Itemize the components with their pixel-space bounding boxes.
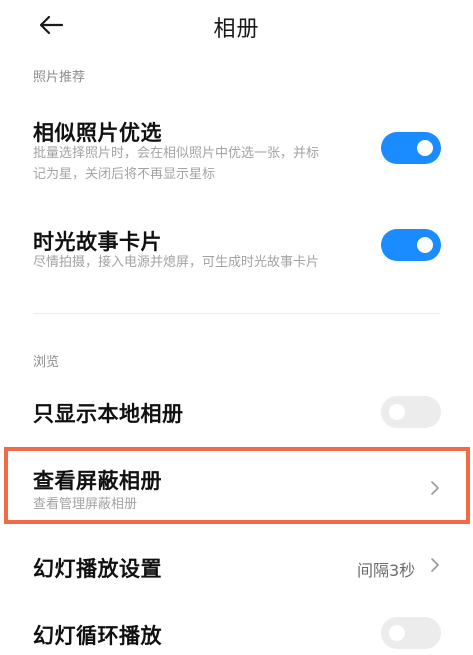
section-divider bbox=[33, 313, 440, 314]
similar-photos-toggle[interactable] bbox=[381, 132, 441, 164]
section-label-browse: 浏览 bbox=[33, 355, 60, 370]
similar-photos-desc-line2: 记为星，关闭后将不再显示星标 bbox=[33, 167, 216, 182]
hidden-albums-desc: 查看管理屏蔽相册 bbox=[33, 497, 138, 512]
page-title: 相册 bbox=[213, 17, 260, 42]
slideshow-interval-value: 间隔3秒 bbox=[357, 561, 416, 580]
toggle-knob bbox=[417, 140, 433, 156]
toggle-knob bbox=[389, 625, 405, 641]
slideshow-settings-title: 幻灯播放设置 bbox=[33, 557, 162, 581]
section-label-photo-recommend: 照片推荐 bbox=[33, 70, 86, 85]
hidden-albums-title: 查看屏蔽相册 bbox=[33, 469, 162, 493]
local-albums-toggle[interactable] bbox=[381, 396, 441, 428]
story-cards-desc: 尽情拍摄，接入电源并熄屏，可生成时光故事卡片 bbox=[33, 255, 320, 270]
toggle-knob bbox=[389, 404, 405, 420]
slideshow-loop-toggle[interactable] bbox=[381, 617, 441, 649]
chevron-right-icon bbox=[431, 481, 439, 495]
local-albums-title: 只显示本地相册 bbox=[33, 402, 184, 426]
similar-photos-desc-line1: 批量选择照片时，会在相似照片中优选一张，并标 bbox=[33, 146, 320, 161]
header-bar: 相册 bbox=[0, 0, 473, 52]
story-cards-toggle[interactable] bbox=[381, 229, 441, 261]
toggle-knob bbox=[417, 237, 433, 253]
slideshow-loop-title: 幻灯循环播放 bbox=[33, 624, 162, 648]
chevron-right-icon bbox=[431, 558, 439, 572]
